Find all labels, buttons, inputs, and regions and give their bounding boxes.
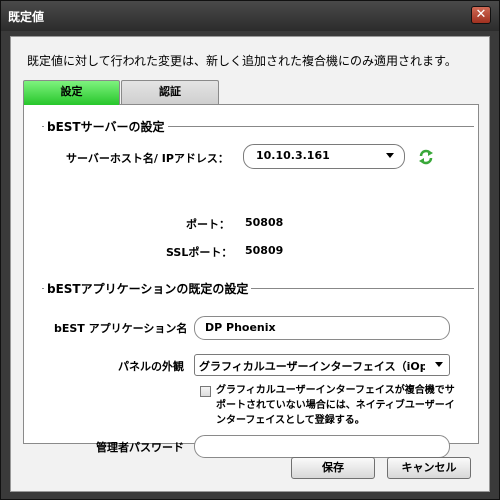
- app-section-title: bESTアプリケーションの既定の設定: [44, 280, 252, 297]
- admin-password-field[interactable]: [194, 435, 450, 458]
- fallback-checkbox[interactable]: [200, 386, 211, 397]
- ssl-port-label: SSLポート：: [166, 246, 233, 259]
- settings-dialog: 既定値 ✕ 既定値に対して行われた変更は、新しく追加された複合機にのみ適用されま…: [0, 0, 500, 500]
- panel-appearance-select[interactable]: グラフィカルユーザーインターフェイス（iOpt: [194, 354, 450, 376]
- settings-panel: bESTサーバーの設定 サーバーホスト名/ IPアドレス： 10.10.3.16…: [23, 104, 479, 458]
- panel-appearance-label: パネルの外観: [118, 360, 184, 373]
- tab-settings[interactable]: 設定: [23, 80, 120, 105]
- close-button[interactable]: ✕: [471, 6, 491, 24]
- panel-appearance-value: グラフィカルユーザーインターフェイス（iOpt: [199, 360, 425, 373]
- info-message: 既定値に対して行われた変更は、新しく追加された複合機にのみ適用されます。: [27, 54, 457, 68]
- app-name-value: DP Phoenix: [205, 321, 276, 334]
- server-host-label: サーバーホスト名/ IPアドレス：: [66, 152, 229, 165]
- cancel-button[interactable]: キャンセル: [387, 457, 471, 479]
- server-host-combobox[interactable]: 10.10.3.161: [243, 144, 405, 169]
- ssl-port-value: 50809: [245, 244, 284, 257]
- server-host-value: 10.10.3.161: [256, 149, 330, 162]
- chevron-down-icon: [435, 362, 443, 367]
- port-value: 50808: [245, 216, 284, 229]
- port-label: ポート：: [186, 218, 230, 231]
- window-title: 既定値: [8, 10, 45, 24]
- dialog-body: 既定値に対して行われた変更は、新しく追加された複合機にのみ適用されます。 設定 …: [10, 36, 490, 492]
- app-name-label: bEST アプリケーション名: [54, 322, 188, 335]
- save-button[interactable]: 保存: [291, 457, 375, 479]
- fallback-checkbox-label: グラフィカルユーザーインターフェイスが複合機でサポートされていない場合には、ネイ…: [216, 385, 455, 426]
- title-bar[interactable]: 既定値 ✕: [1, 1, 499, 31]
- tab-authentication[interactable]: 認証: [121, 80, 219, 104]
- close-icon: ✕: [475, 7, 487, 22]
- server-section-title: bESTサーバーの設定: [44, 118, 168, 135]
- chevron-down-icon: [386, 153, 394, 158]
- refresh-icon[interactable]: [417, 148, 435, 166]
- app-name-field[interactable]: DP Phoenix: [194, 316, 450, 340]
- admin-password-label: 管理者パスワード: [96, 441, 184, 454]
